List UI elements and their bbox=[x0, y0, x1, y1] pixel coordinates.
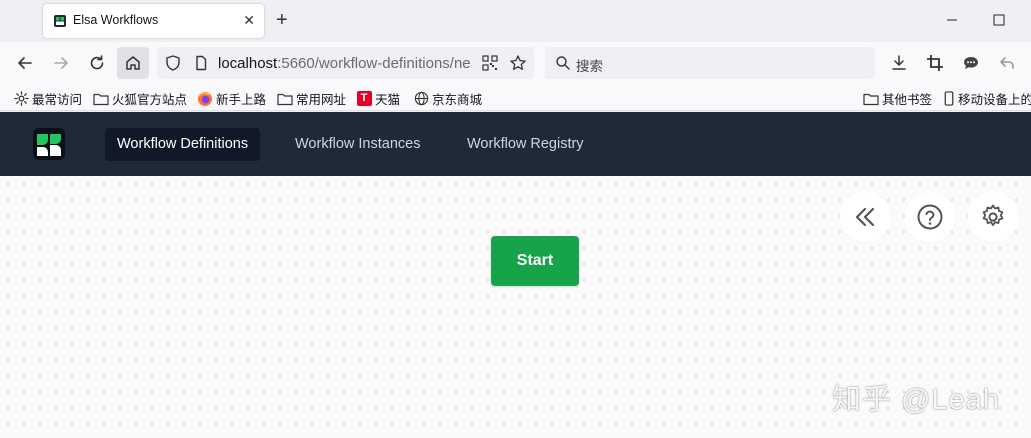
bookmark-label: 移动设备上的 bbox=[958, 93, 1031, 107]
screenshot-crop-icon[interactable] bbox=[925, 53, 945, 73]
search-bar[interactable]: 搜索 bbox=[545, 47, 875, 79]
tmall-icon: T bbox=[356, 91, 372, 107]
bookmark-label: 新手上路 bbox=[216, 93, 267, 107]
help-circle-icon bbox=[917, 204, 943, 230]
bookmark-label: 常用网址 bbox=[296, 93, 347, 107]
start-activity-node[interactable]: Start bbox=[491, 236, 579, 286]
url-bar[interactable]: localhost:5660/workflow-definitions/ne bbox=[157, 47, 534, 79]
bookmark-item[interactable]: 京东商城 bbox=[413, 89, 482, 108]
bookmark-label: 火狐官方站点 bbox=[112, 93, 188, 107]
bookmark-label: 天猫 bbox=[375, 93, 401, 107]
bookmark-star-icon[interactable] bbox=[509, 54, 527, 72]
mobile-icon bbox=[943, 91, 955, 107]
maximize-window-icon[interactable] bbox=[991, 12, 1007, 28]
url-host: localhost bbox=[218, 55, 278, 72]
browser-tab-elsa[interactable]: Elsa Workflows ✕ bbox=[43, 4, 264, 38]
nav-workflow-definitions[interactable]: Workflow Definitions bbox=[105, 128, 261, 161]
elsa-logo-icon[interactable] bbox=[33, 128, 65, 160]
bookmark-item[interactable]: 常用网址 bbox=[277, 89, 346, 108]
url-path: :5660/workflow-definitions/ne bbox=[277, 55, 471, 72]
minimize-window-icon[interactable] bbox=[944, 12, 960, 28]
search-placeholder: 搜索 bbox=[576, 59, 603, 74]
chevrons-left-icon bbox=[855, 207, 875, 227]
bookmark-item[interactable]: 最常访问 bbox=[13, 89, 82, 108]
firefox-icon bbox=[197, 91, 213, 107]
url-text[interactable]: localhost:5660/workflow-definitions/ne bbox=[218, 55, 471, 72]
nav-workflow-instances[interactable]: Workflow Instances bbox=[283, 128, 432, 161]
folder-icon bbox=[863, 91, 879, 107]
home-button[interactable] bbox=[117, 47, 149, 79]
back-arrow-icon[interactable] bbox=[15, 53, 35, 73]
app-header: Workflow Definitions Workflow Instances … bbox=[0, 112, 1031, 176]
globe-icon bbox=[413, 91, 429, 107]
bookmark-item[interactable]: 新手上路 bbox=[197, 89, 266, 108]
folder-icon bbox=[93, 91, 109, 107]
watermark-text: 知乎 @Leah bbox=[832, 384, 1001, 416]
collapse-panel-button[interactable] bbox=[840, 192, 890, 242]
qr-code-icon[interactable] bbox=[482, 55, 498, 71]
download-icon[interactable] bbox=[889, 53, 909, 73]
bookmark-item[interactable]: 火狐官方站点 bbox=[93, 89, 187, 108]
undo-arrow-icon[interactable] bbox=[997, 53, 1017, 73]
folder-icon bbox=[277, 91, 293, 107]
new-tab-button[interactable]: + bbox=[276, 10, 288, 30]
tab-title: Elsa Workflows bbox=[73, 13, 159, 27]
workflow-designer-canvas[interactable]: Start 知乎 @Leah bbox=[0, 176, 1031, 438]
reload-icon[interactable] bbox=[87, 53, 107, 73]
home-icon bbox=[126, 56, 140, 70]
tab-close-icon[interactable]: ✕ bbox=[243, 12, 255, 28]
elsa-favicon-icon bbox=[54, 15, 66, 27]
nav-workflow-registry[interactable]: Workflow Registry bbox=[455, 128, 596, 161]
settings-button[interactable] bbox=[968, 192, 1018, 242]
bookmark-mobile[interactable]: 移动设备上的 bbox=[943, 89, 1031, 108]
bookmark-label: 京东商城 bbox=[432, 93, 483, 107]
bookmarks-bar: 最常访问 火狐官方站点 新手上路 常用网址 T 天猫 京东商城 其他书签 移动设… bbox=[0, 84, 1031, 111]
shield-icon[interactable] bbox=[164, 54, 182, 72]
bookmark-item[interactable]: T 天猫 bbox=[356, 89, 400, 108]
search-icon bbox=[556, 56, 570, 70]
browser-tab-strip: Elsa Workflows ✕ + bbox=[0, 0, 1031, 42]
bookmark-label: 最常访问 bbox=[32, 93, 83, 107]
bookmark-other[interactable]: 其他书签 bbox=[863, 89, 932, 108]
bookmark-label: 其他书签 bbox=[882, 93, 933, 107]
browser-nav-bar: localhost:5660/workflow-definitions/ne 搜… bbox=[0, 42, 1031, 84]
chat-bubble-icon[interactable] bbox=[961, 53, 981, 73]
page-info-icon[interactable] bbox=[192, 54, 210, 72]
help-button[interactable] bbox=[905, 192, 955, 242]
gear-icon bbox=[13, 91, 29, 107]
forward-arrow-icon[interactable] bbox=[51, 53, 71, 73]
gear-icon bbox=[982, 204, 1004, 226]
